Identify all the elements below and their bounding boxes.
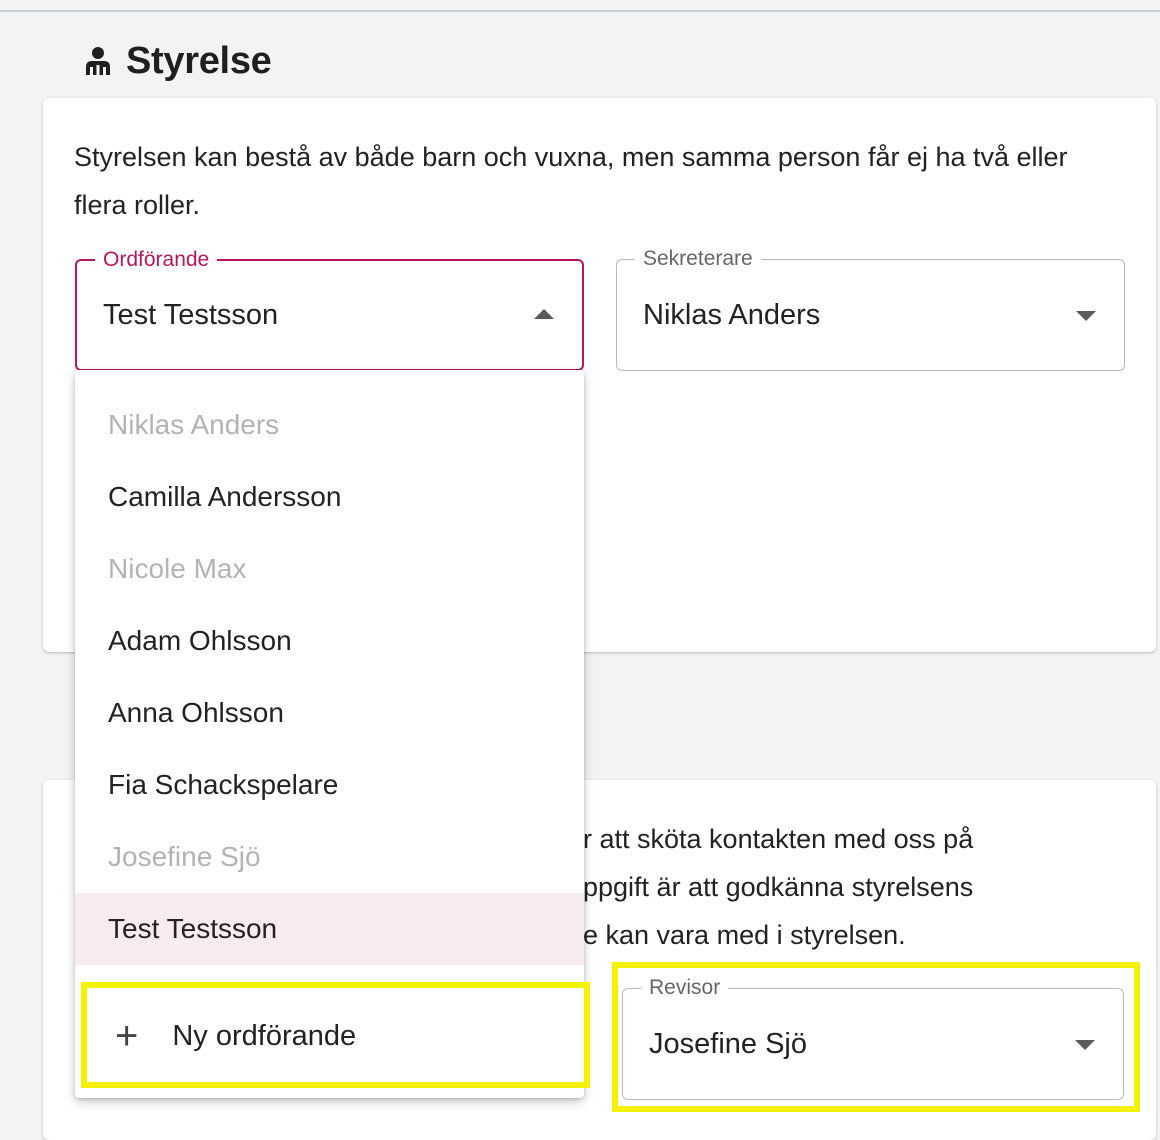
board-description: Styrelsen kan bestå av både barn och vux… <box>74 142 1068 220</box>
chevron-down-icon[interactable] <box>1076 311 1096 321</box>
dropdown-option-selected[interactable]: Test Testsson <box>75 893 584 965</box>
ordforande-value: Test Testsson <box>103 298 279 331</box>
ordforande-dropdown-menu: Niklas Anders Camilla Andersson Nicole M… <box>75 370 584 1098</box>
new-ordforande-button[interactable]: + Ny ordförande <box>75 982 584 1090</box>
board-members-icon <box>86 47 110 75</box>
auditor-description-line: e kan vara med i styrelsen. <box>583 920 906 950</box>
dropdown-option[interactable]: Adam Ohlsson <box>75 605 584 677</box>
auditor-description-line: ppgift är att godkänna styrelsens <box>583 872 974 902</box>
dropdown-option: Nicole Max <box>108 553 247 584</box>
sekreterare-select[interactable]: Sekreterare Niklas Anders <box>616 246 1125 371</box>
auditor-description: r att sköta kontakten med oss på ppgift … <box>583 815 1143 959</box>
sekreterare-value: Niklas Anders <box>643 298 821 331</box>
auditor-description-line: r att sköta kontakten med oss på <box>583 824 974 854</box>
dropdown-option[interactable]: Anna Ohlsson <box>75 677 584 749</box>
chevron-down-icon[interactable] <box>1075 1040 1095 1050</box>
new-ordforande-label: Ny ordförande <box>172 1019 357 1052</box>
ordforande-select[interactable]: Ordförande Test Testsson <box>75 247 584 371</box>
dropdown-option: Josefine Sjö <box>108 841 261 872</box>
section-header: Styrelse <box>82 36 272 86</box>
plus-icon: + <box>115 1014 139 1058</box>
revisor-value: Josefine Sjö <box>649 1027 807 1060</box>
dropdown-option: Niklas Anders <box>108 409 280 440</box>
revisor-select[interactable]: Revisor Josefine Sjö <box>622 975 1124 1100</box>
chevron-up-icon[interactable] <box>534 309 554 319</box>
top-divider <box>0 10 1160 12</box>
dropdown-option[interactable]: Fia Schackspelare <box>75 749 584 821</box>
section-title: Styrelse <box>126 39 272 82</box>
dropdown-option[interactable]: Camilla Andersson <box>75 461 584 533</box>
